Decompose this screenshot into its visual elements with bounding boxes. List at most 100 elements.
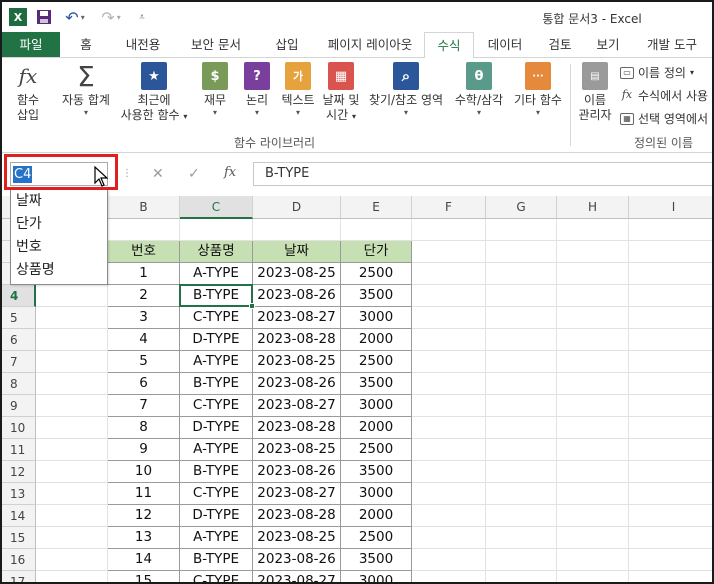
financial-button[interactable]: $ 재무 ▾ [198, 62, 232, 118]
dropdown-option-date[interactable]: 날짜 [11, 190, 107, 213]
row-header[interactable]: 14 [2, 505, 36, 527]
table-cell[interactable]: 2023-08-28 [253, 505, 341, 527]
cell[interactable] [629, 285, 712, 307]
cell[interactable] [557, 329, 629, 351]
cell[interactable] [629, 417, 712, 439]
cell[interactable] [412, 439, 486, 461]
tab-home[interactable]: 홈 [60, 32, 112, 58]
logical-button[interactable]: ? 논리 ▾ [240, 62, 274, 118]
column-header-e[interactable]: E [341, 196, 412, 219]
more-functions-button[interactable]: ··· 기타 함수 ▾ [510, 62, 566, 118]
cancel-icon[interactable]: ✕ [152, 166, 164, 182]
cell[interactable] [412, 307, 486, 329]
cell[interactable] [557, 527, 629, 549]
table-cell[interactable]: A-TYPE [180, 351, 253, 373]
define-name-button[interactable]: ▭ 이름 정의 ▾ [620, 64, 694, 81]
table-cell[interactable]: 2023-08-25 [253, 263, 341, 285]
cell[interactable] [36, 373, 108, 395]
table-cell[interactable]: A-TYPE [180, 439, 253, 461]
cell[interactable] [36, 329, 108, 351]
cell[interactable] [557, 241, 629, 263]
table-cell[interactable]: 3500 [341, 285, 412, 307]
cell[interactable] [36, 285, 108, 307]
table-cell[interactable]: 9 [108, 439, 180, 461]
cell[interactable] [108, 219, 180, 241]
table-cell[interactable]: C-TYPE [180, 483, 253, 505]
row-header[interactable]: 15 [2, 527, 36, 549]
cell[interactable] [341, 219, 412, 241]
table-cell[interactable]: 6 [108, 373, 180, 395]
table-cell[interactable]: 2023-08-25 [253, 351, 341, 373]
table-cell[interactable]: 5 [108, 351, 180, 373]
cell[interactable] [629, 439, 712, 461]
cell[interactable] [412, 549, 486, 571]
row-header[interactable]: 5 [2, 307, 36, 329]
dropdown-option-number[interactable]: 번호 [11, 236, 107, 259]
tab-view[interactable]: 보기 [584, 32, 632, 58]
cell[interactable] [557, 483, 629, 505]
cell[interactable] [629, 263, 712, 285]
table-cell[interactable]: 3000 [341, 483, 412, 505]
tab-file[interactable]: 파일 [2, 32, 60, 58]
table-cell[interactable]: 11 [108, 483, 180, 505]
table-cell[interactable]: 2023-08-26 [253, 461, 341, 483]
table-cell[interactable]: 2023-08-25 [253, 439, 341, 461]
tab-insert[interactable]: 삽입 [258, 32, 316, 58]
cell[interactable] [412, 483, 486, 505]
cell[interactable] [486, 417, 557, 439]
tab-page-layout[interactable]: 페이지 레이아웃 [316, 32, 424, 58]
cell[interactable] [253, 219, 341, 241]
cell[interactable] [557, 307, 629, 329]
table-cell[interactable]: 2023-08-26 [253, 549, 341, 571]
table-cell[interactable]: D-TYPE [180, 505, 253, 527]
autosum-button[interactable]: Σ 자동 합계 ▾ [56, 62, 116, 118]
cell[interactable] [36, 483, 108, 505]
recently-used-button[interactable]: ★ 최근에 사용한 함수 ▾ [116, 62, 192, 124]
cell[interactable] [486, 241, 557, 263]
dropdown-option-product[interactable]: 상품명 [11, 259, 107, 282]
table-cell[interactable]: 15 [108, 571, 180, 582]
math-trig-button[interactable]: θ 수학/삼각 ▾ [450, 62, 508, 118]
cell[interactable] [412, 263, 486, 285]
cell[interactable] [412, 373, 486, 395]
row-header[interactable]: 8 [2, 373, 36, 395]
table-header-cell[interactable]: 단가 [341, 241, 412, 263]
table-header-cell[interactable]: 상품명 [180, 241, 253, 263]
cell[interactable] [629, 527, 712, 549]
cell[interactable] [36, 307, 108, 329]
cell[interactable] [486, 351, 557, 373]
cell[interactable] [486, 461, 557, 483]
table-cell[interactable]: 2000 [341, 329, 412, 351]
cell[interactable] [412, 219, 486, 241]
table-cell[interactable]: 2000 [341, 505, 412, 527]
column-header-c[interactable]: C [180, 196, 253, 219]
text-button[interactable]: 가 텍스트 ▾ [278, 62, 318, 118]
table-cell[interactable]: 2500 [341, 527, 412, 549]
column-header-h[interactable]: H [557, 196, 629, 219]
tab-my-use[interactable]: 내전용 [112, 32, 174, 58]
cell[interactable] [557, 417, 629, 439]
table-cell[interactable]: 2023-08-27 [253, 483, 341, 505]
cell[interactable] [629, 351, 712, 373]
table-cell[interactable]: 12 [108, 505, 180, 527]
cell[interactable] [557, 439, 629, 461]
table-cell[interactable]: 2023-08-28 [253, 329, 341, 351]
cell[interactable] [36, 439, 108, 461]
cell[interactable] [629, 549, 712, 571]
cell[interactable] [412, 241, 486, 263]
column-header-d[interactable]: D [253, 196, 341, 219]
table-cell[interactable]: 2023-08-26 [253, 373, 341, 395]
table-cell[interactable]: 8 [108, 417, 180, 439]
insert-function-button[interactable]: fx 함수 삽입 [10, 62, 46, 123]
column-header-b[interactable]: B [108, 196, 180, 219]
cell[interactable] [486, 373, 557, 395]
customize-qat-icon[interactable]: ⩡ [132, 7, 152, 27]
cell[interactable] [486, 307, 557, 329]
cell[interactable] [412, 329, 486, 351]
cell[interactable] [629, 395, 712, 417]
table-cell[interactable]: 2 [108, 285, 180, 307]
table-cell[interactable]: B-TYPE [180, 285, 253, 307]
table-cell[interactable]: D-TYPE [180, 417, 253, 439]
cell[interactable] [486, 219, 557, 241]
row-header[interactable]: 17 [2, 571, 36, 582]
